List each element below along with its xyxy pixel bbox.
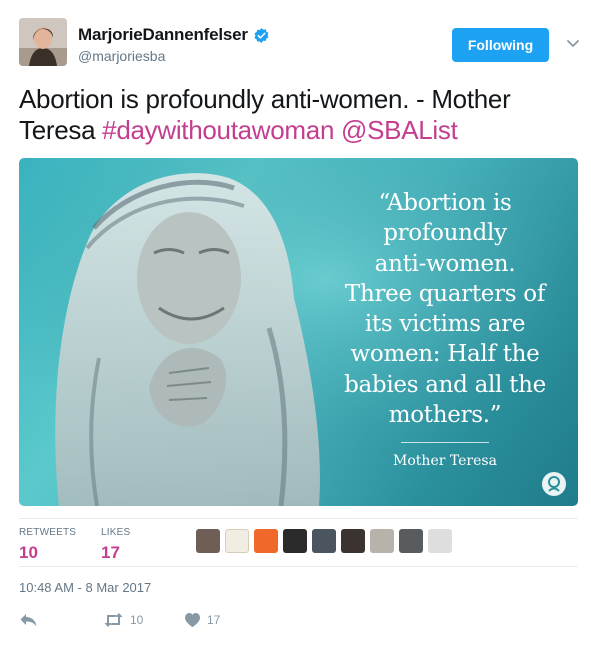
quote-divider bbox=[401, 442, 489, 443]
chevron-down-icon[interactable] bbox=[565, 35, 581, 51]
tweet-timestamp[interactable]: 10:48 AM - 8 Mar 2017 bbox=[19, 580, 151, 595]
reply-icon bbox=[20, 614, 37, 627]
likes-label: LIKES bbox=[101, 527, 131, 538]
likes-count: 17 bbox=[101, 543, 120, 562]
heart-icon bbox=[185, 613, 200, 627]
retweets-count: 10 bbox=[19, 543, 38, 562]
liker-avatar[interactable] bbox=[399, 529, 423, 553]
likes-stat[interactable]: LIKES 17 bbox=[101, 527, 130, 563]
quote-text: “Abortion is profoundly anti-women. Thre… bbox=[319, 188, 571, 430]
like-count: 17 bbox=[207, 613, 221, 627]
tweet-text: Abortion is profoundly anti-women. - Mot… bbox=[19, 84, 574, 146]
stats-divider-top bbox=[19, 518, 578, 519]
liker-avatar[interactable] bbox=[312, 529, 336, 553]
liker-avatars bbox=[196, 529, 457, 553]
liker-avatar[interactable] bbox=[196, 529, 220, 553]
retweet-button[interactable]: 10 bbox=[103, 612, 143, 628]
retweet-count: 10 bbox=[130, 613, 144, 627]
liker-avatar[interactable] bbox=[225, 529, 249, 553]
reply-button[interactable] bbox=[19, 612, 38, 628]
stats-divider-bottom bbox=[19, 566, 578, 567]
quote-line: “Abortion is bbox=[378, 190, 512, 216]
quote-line: mothers.” bbox=[388, 402, 502, 429]
tweet-header: MarjorieDannenfelser @marjoriesba Follow… bbox=[19, 18, 579, 70]
hashtag-link[interactable]: #daywithoutawoman bbox=[102, 115, 334, 145]
liker-avatar[interactable] bbox=[341, 529, 365, 553]
liker-avatar[interactable] bbox=[254, 529, 278, 553]
quote-line: women: Half the bbox=[350, 341, 540, 368]
liker-avatar[interactable] bbox=[283, 529, 307, 553]
like-button[interactable]: 17 bbox=[184, 612, 220, 628]
quote-line: babies and all the bbox=[344, 371, 546, 398]
mention-link[interactable]: @SBAList bbox=[341, 115, 458, 145]
watermark-logo-icon bbox=[542, 472, 566, 496]
retweets-stat[interactable]: RETWEETS 10 bbox=[19, 527, 76, 563]
quote-line: its victims are bbox=[364, 311, 526, 338]
quote-line: Three quarters of bbox=[344, 280, 546, 307]
retweet-icon bbox=[104, 613, 123, 627]
quote-line: profoundly bbox=[383, 220, 507, 247]
retweets-label: RETWEETS bbox=[19, 527, 77, 538]
quote-attribution: Mother Teresa bbox=[393, 453, 497, 469]
liker-avatar[interactable] bbox=[428, 529, 452, 553]
liker-avatar[interactable] bbox=[370, 529, 394, 553]
following-button[interactable]: Following bbox=[452, 28, 549, 62]
profile-avatar[interactable] bbox=[19, 18, 67, 66]
user-names: MarjorieDannenfelser @marjoriesba bbox=[78, 25, 270, 64]
verified-badge-icon bbox=[254, 27, 269, 43]
display-name[interactable]: MarjorieDannenfelser bbox=[78, 25, 248, 45]
quote-line: anti-women. bbox=[374, 250, 516, 277]
tweet-media-image[interactable]: “Abortion is profoundly anti-women. Thre… bbox=[19, 158, 578, 506]
user-handle[interactable]: @marjoriesba bbox=[78, 48, 270, 64]
